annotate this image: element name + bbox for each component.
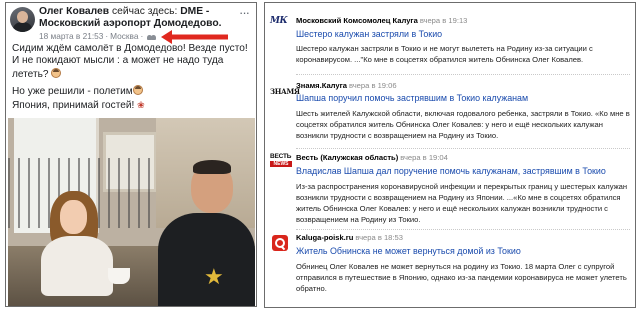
shirt-star-print: ★	[204, 264, 224, 289]
person-emoji-icon	[51, 67, 62, 78]
author-name[interactable]: Олег Ковалев	[39, 6, 109, 17]
smile-emoji-icon	[132, 85, 143, 96]
check-in-text: сейчас здесь:	[109, 6, 181, 17]
news-source: Kaluga-poisk.ru вчера в 18:53	[296, 233, 403, 242]
news-snippet: Шесть жителей Калужской области, включая…	[296, 109, 630, 140]
post-photo[interactable]: ★	[8, 118, 255, 306]
photo-cup	[108, 268, 130, 284]
post-body: Сидим ждём самолёт в Домодедово! Везде п…	[6, 41, 256, 112]
source-name[interactable]: Весть (Калужская область)	[296, 153, 398, 162]
divider	[296, 74, 630, 75]
news-time: вчера в 19:04	[400, 153, 448, 162]
news-source: Весть (Калужская область) вчера в 19:04	[296, 153, 448, 162]
photo-person-man-hair	[193, 160, 231, 174]
friends-audience-icon	[147, 33, 157, 40]
social-post: Олег Ковалев сейчас здесь: DME - Московс…	[5, 2, 257, 307]
source-logo-vest: ВЕСТЬ NEWS	[270, 153, 292, 167]
divider	[296, 229, 630, 230]
news-time: вчера в 18:53	[355, 233, 403, 242]
source-logo-kaluga-poisk-icon	[272, 235, 288, 251]
post-header: Олег Ковалев сейчас здесь: DME - Московс…	[6, 3, 256, 44]
source-logo-znamya: ЗНАМЯ	[270, 87, 300, 96]
avatar[interactable]	[10, 7, 35, 32]
meta-separator: ·	[140, 31, 144, 41]
news-headline-link[interactable]: Шестеро калужан застряли в Токио	[296, 29, 442, 39]
divider	[296, 148, 630, 149]
source-name[interactable]: Знамя.Калуга	[296, 81, 347, 90]
post-title: Олег Ковалев сейчас здесь: DME - Московс…	[39, 6, 234, 30]
source-logo-mk: МК	[270, 16, 288, 26]
news-source: Московский Комсомолец Калуга вчера в 19:1…	[296, 16, 467, 25]
news-time: вчера в 19:13	[419, 16, 468, 25]
post-date[interactable]: 18 марта в 21:53	[39, 31, 103, 41]
flower-emoji-icon: ❀	[137, 99, 145, 110]
news-headline-link[interactable]: Владислав Шапша дал поручение помочь кал…	[296, 166, 606, 176]
news-feed: МК Московский Комсомолец Калуга вчера в 1…	[264, 2, 636, 308]
meta-separator: ·	[105, 31, 109, 41]
post-paragraph: Но уже решили - полетим Япония, принимай …	[12, 85, 145, 111]
photo-person-woman-body	[41, 236, 113, 296]
post-city[interactable]: Москва	[110, 31, 138, 41]
source-name[interactable]: Kaluga-poisk.ru	[296, 233, 353, 242]
news-item: Kaluga-poisk.ru вчера в 18:53 Житель Обни…	[265, 232, 635, 293]
news-source: Знамя.Калуга вчера в 19:06	[296, 81, 397, 90]
post-paragraph: Сидим ждём самолёт в Домодедово! Везде п…	[12, 43, 248, 80]
news-snippet: Из-за распространения коронавирусной инф…	[296, 182, 628, 224]
news-snippet: Обнинец Олег Ковалев не может вернуться …	[296, 262, 627, 293]
news-snippet: Шестеро калужан застряли в Токио и не мо…	[296, 44, 593, 64]
red-arrow-annotation	[161, 30, 228, 44]
photo-person-woman-face	[60, 200, 87, 234]
more-options-icon[interactable]: ···	[239, 6, 250, 19]
photo-person-man-body	[158, 213, 255, 306]
news-headline-link[interactable]: Житель Обнинска не может вернуться домой…	[296, 246, 521, 256]
news-headline-link[interactable]: Шапша поручил помочь застрявшим в Токио …	[296, 93, 528, 103]
source-name[interactable]: Московский Комсомолец Калуга	[296, 16, 418, 25]
news-time: вчера в 19:06	[349, 81, 397, 90]
